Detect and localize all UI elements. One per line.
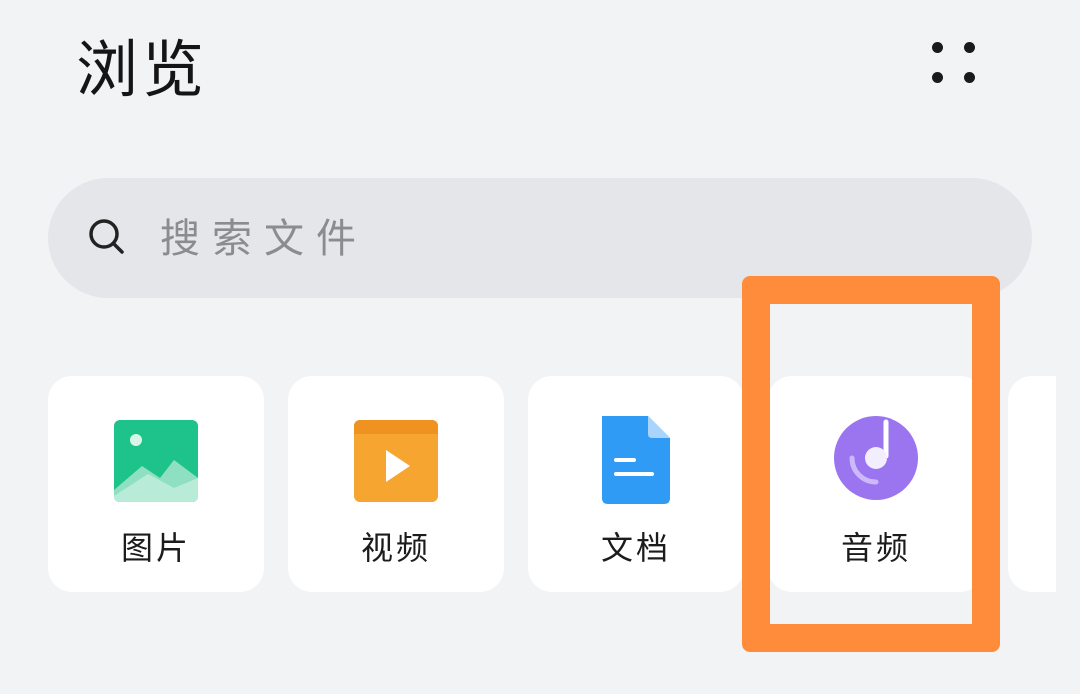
category-label: 音频: [840, 529, 911, 567]
category-label: 视频: [360, 529, 431, 567]
video-play-icon: [354, 420, 438, 502]
search-placeholder: 搜索文件: [160, 216, 368, 262]
more-options-button[interactable]: [920, 32, 990, 96]
search-icon: [89, 219, 124, 254]
image-icon: [114, 420, 198, 502]
audio-disc-icon: [834, 416, 918, 500]
category-label: 图片: [120, 529, 191, 567]
category-documents[interactable]: 文档: [528, 376, 744, 592]
category-audio[interactable]: 音频: [768, 376, 984, 592]
category-videos[interactable]: 视频: [288, 376, 504, 592]
category-label: 文档: [600, 529, 671, 567]
category-images[interactable]: 图片: [48, 376, 264, 592]
category-card-partial[interactable]: [1008, 376, 1056, 592]
page-title: 浏览: [76, 33, 209, 106]
document-icon: [602, 416, 670, 504]
more-dots-icon: [932, 42, 943, 53]
